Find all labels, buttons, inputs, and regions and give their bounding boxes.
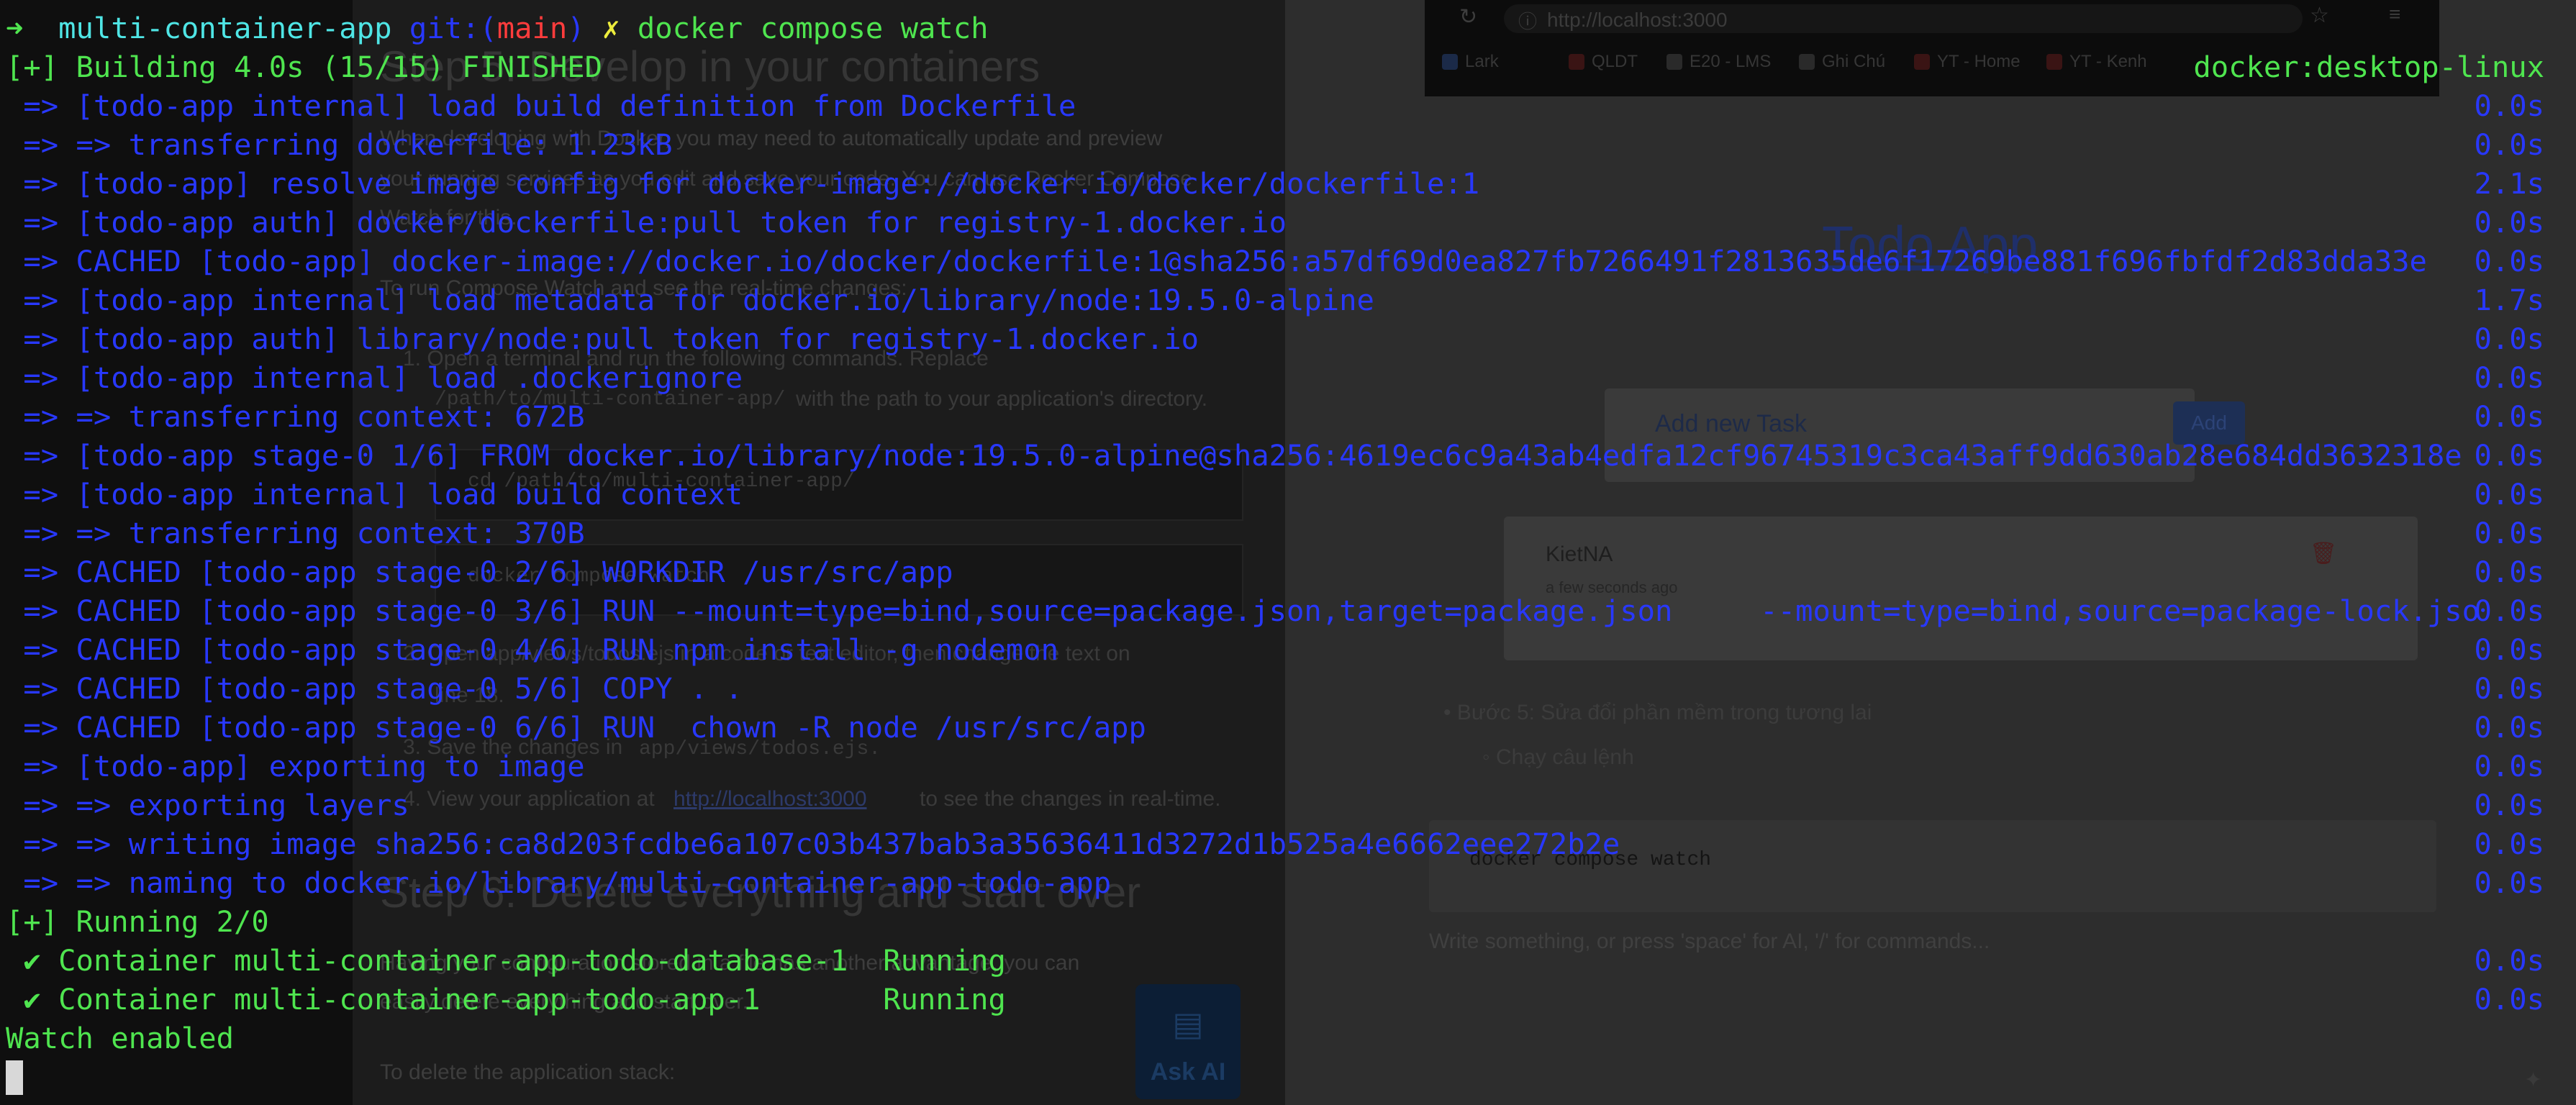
build-line-text: => [todo-app auth] docker/dockerfile:pul… [6, 205, 1287, 240]
build-line: => CACHED [todo-app stage-0 4/6] RUN npm… [6, 630, 1058, 669]
build-line-duration: 0.0s [2474, 632, 2544, 667]
git-dirty-mark: ✗ [602, 11, 620, 45]
container-name: Container multi-container-app-todo-datab… [58, 943, 848, 978]
build-line-text: => CACHED [todo-app stage-0 4/6] RUN npm… [6, 632, 1058, 667]
build-line-text: => CACHED [todo-app stage-0 5/6] COPY . … [6, 671, 743, 706]
build-line-text: => [todo-app] resolve image config for d… [6, 166, 1480, 201]
prompt-line: ➜ multi-container-app git:(main) ✗ docke… [6, 9, 989, 47]
build-line-duration: 0.0s [2474, 788, 2544, 822]
build-line-text: => => exporting layers [6, 788, 409, 822]
terminal-cursor [6, 1060, 23, 1095]
docker-context: docker:desktop-linux [2193, 50, 2544, 84]
check-icon: ✔ [23, 943, 41, 978]
build-line: => CACHED [todo-app stage-0 5/6] COPY . … [6, 669, 743, 708]
build-line-text: => CACHED [todo-app] docker-image://dock… [6, 244, 2427, 278]
build-header: [+] Building 4.0s (15/15) FINISHED [6, 50, 603, 84]
build-line: => => exporting layers [6, 786, 409, 824]
build-line: => [todo-app] exporting to image [6, 747, 585, 786]
build-line-text: => [todo-app auth] library/node:pull tok… [6, 322, 1199, 356]
build-line: => [todo-app internal] load build defini… [6, 86, 1076, 125]
build-line-text: => [todo-app internal] load build defini… [6, 88, 1076, 123]
build-line-duration: 0.0s [2474, 399, 2544, 434]
build-line-text: => => writing image sha256:ca8d203fcdbe6… [6, 827, 1620, 861]
container-line: ✔ Container multi-container-app-todo-dat… [6, 941, 1006, 980]
build-line-duration: 0.0s [2474, 244, 2544, 278]
build-line-text: => [todo-app] exporting to image [6, 749, 585, 783]
build-line: => [todo-app auth] library/node:pull tok… [6, 319, 1199, 358]
build-line: => CACHED [todo-app stage-0 2/6] WORKDIR… [6, 552, 953, 591]
git-label-close: ) [567, 11, 585, 45]
git-branch: main [496, 11, 568, 45]
build-line-duration: 0.0s [2474, 322, 2544, 356]
build-line-duration: 0.0s [2474, 477, 2544, 511]
prompt-command: docker compose watch [637, 11, 989, 45]
running-header: [+] Running 2/0 [6, 904, 269, 939]
build-line-duration: 0.0s [2474, 865, 2544, 900]
build-line-duration: 0.0s [2474, 594, 2544, 628]
build-line: => => naming to docker.io/library/multi-… [6, 863, 1111, 902]
build-line: => [todo-app] resolve image config for d… [6, 164, 1479, 203]
container-line: ✔ Container multi-container-app-todo-app… [6, 980, 1006, 1019]
build-line-text: => [todo-app internal] load build contex… [6, 477, 743, 511]
build-line: => [todo-app internal] load metadata for… [6, 281, 1374, 319]
build-line: => CACHED [todo-app] docker-image://dock… [6, 242, 2427, 281]
build-line-duration: 0.0s [2474, 710, 2544, 745]
build-line-duration: 1.7s [2474, 283, 2544, 317]
git-label: git:( [409, 11, 497, 45]
build-line-text: => [todo-app internal] load metadata for… [6, 283, 1374, 317]
build-line-text: => CACHED [todo-app stage-0 2/6] WORKDIR… [6, 555, 953, 589]
container-duration: 0.0s [2474, 982, 2544, 1017]
build-line-duration: 0.0s [2474, 827, 2544, 861]
build-line: => CACHED [todo-app stage-0 3/6] RUN --m… [6, 591, 2480, 630]
build-line: => [todo-app auth] docker/dockerfile:pul… [6, 203, 1287, 242]
watch-enabled: Watch enabled [6, 1021, 234, 1055]
build-line-duration: 0.0s [2474, 360, 2544, 395]
build-line-duration: 0.0s [2474, 205, 2544, 240]
build-line: => [todo-app stage-0 1/6] FROM docker.io… [6, 436, 2462, 475]
build-line-duration: 0.0s [2474, 438, 2544, 473]
build-line-duration: 0.0s [2474, 749, 2544, 783]
terminal[interactable]: ➜ multi-container-app git:(main) ✗ docke… [0, 0, 2576, 1105]
build-line-text: => => transferring context: 672B [6, 399, 585, 434]
build-line-duration: 0.0s [2474, 88, 2544, 123]
build-line-duration: 0.0s [2474, 671, 2544, 706]
build-line-text: => [todo-app stage-0 1/6] FROM docker.io… [6, 438, 2462, 473]
build-line-text: => => naming to docker.io/library/multi-… [6, 865, 1112, 900]
build-line: => => transferring context: 672B [6, 397, 585, 436]
prompt-directory: multi-container-app [58, 11, 392, 45]
build-line-text: => => transferring dockerfile: 1.23kB [6, 127, 673, 162]
container-status: Running [883, 943, 1006, 978]
build-line: => [todo-app internal] load .dockerignor… [6, 358, 743, 397]
build-line-duration: 0.0s [2474, 127, 2544, 162]
build-line-duration: 0.0s [2474, 516, 2544, 550]
build-line-duration: 2.1s [2474, 166, 2544, 201]
build-line-text: => CACHED [todo-app stage-0 6/6] RUN cho… [6, 710, 1146, 745]
build-line-text: => CACHED [todo-app stage-0 3/6] RUN --m… [6, 594, 2480, 628]
build-line-duration: 0.0s [2474, 555, 2544, 589]
build-line: => [todo-app internal] load build contex… [6, 475, 743, 514]
build-line: => => writing image sha256:ca8d203fcdbe6… [6, 824, 1620, 863]
prompt-arrow-icon: ➜ [6, 11, 24, 45]
build-line-text: => => transferring context: 370B [6, 516, 585, 550]
build-line: => => transferring dockerfile: 1.23kB [6, 125, 673, 164]
container-duration: 0.0s [2474, 943, 2544, 978]
build-line: => => transferring context: 370B [6, 514, 585, 552]
check-icon: ✔ [23, 982, 41, 1017]
build-line: => CACHED [todo-app stage-0 6/6] RUN cho… [6, 708, 1146, 747]
build-line-text: => [todo-app internal] load .dockerignor… [6, 360, 743, 395]
container-status: Running [883, 982, 1006, 1017]
container-name: Container multi-container-app-todo-app-1 [58, 982, 761, 1017]
